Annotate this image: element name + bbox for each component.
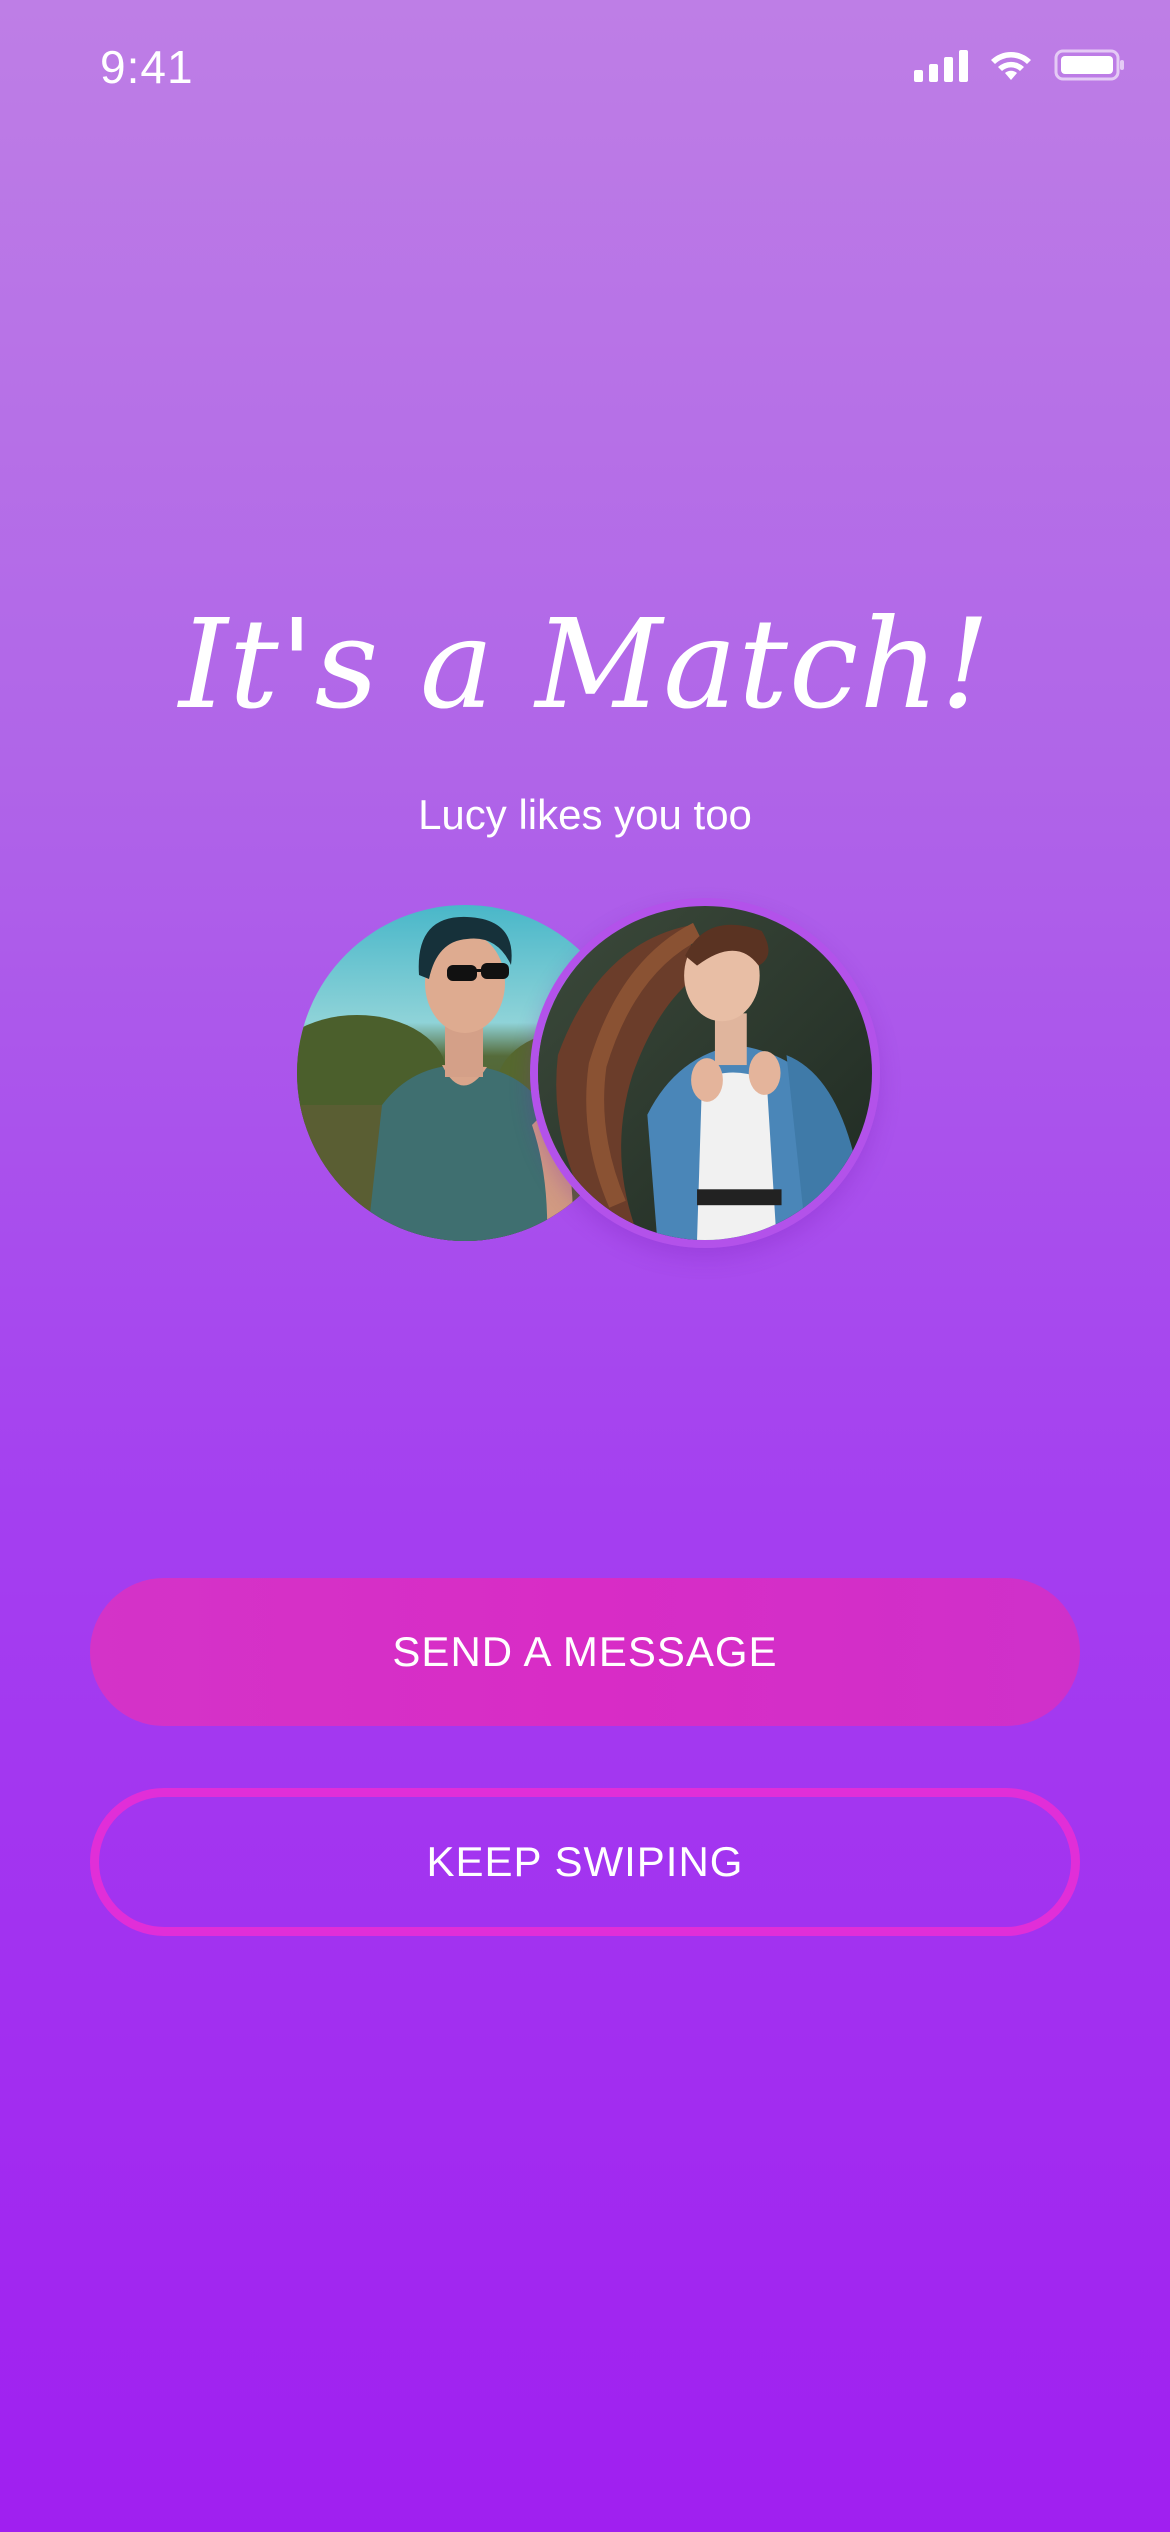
send-message-button[interactable]: SEND A MESSAGE xyxy=(90,1578,1080,1726)
avatar-right xyxy=(530,898,880,1248)
woman-profile-photo xyxy=(538,906,872,1240)
keep-swiping-button[interactable]: KEEP SWIPING xyxy=(90,1788,1080,1936)
match-avatars xyxy=(0,0,1170,1300)
